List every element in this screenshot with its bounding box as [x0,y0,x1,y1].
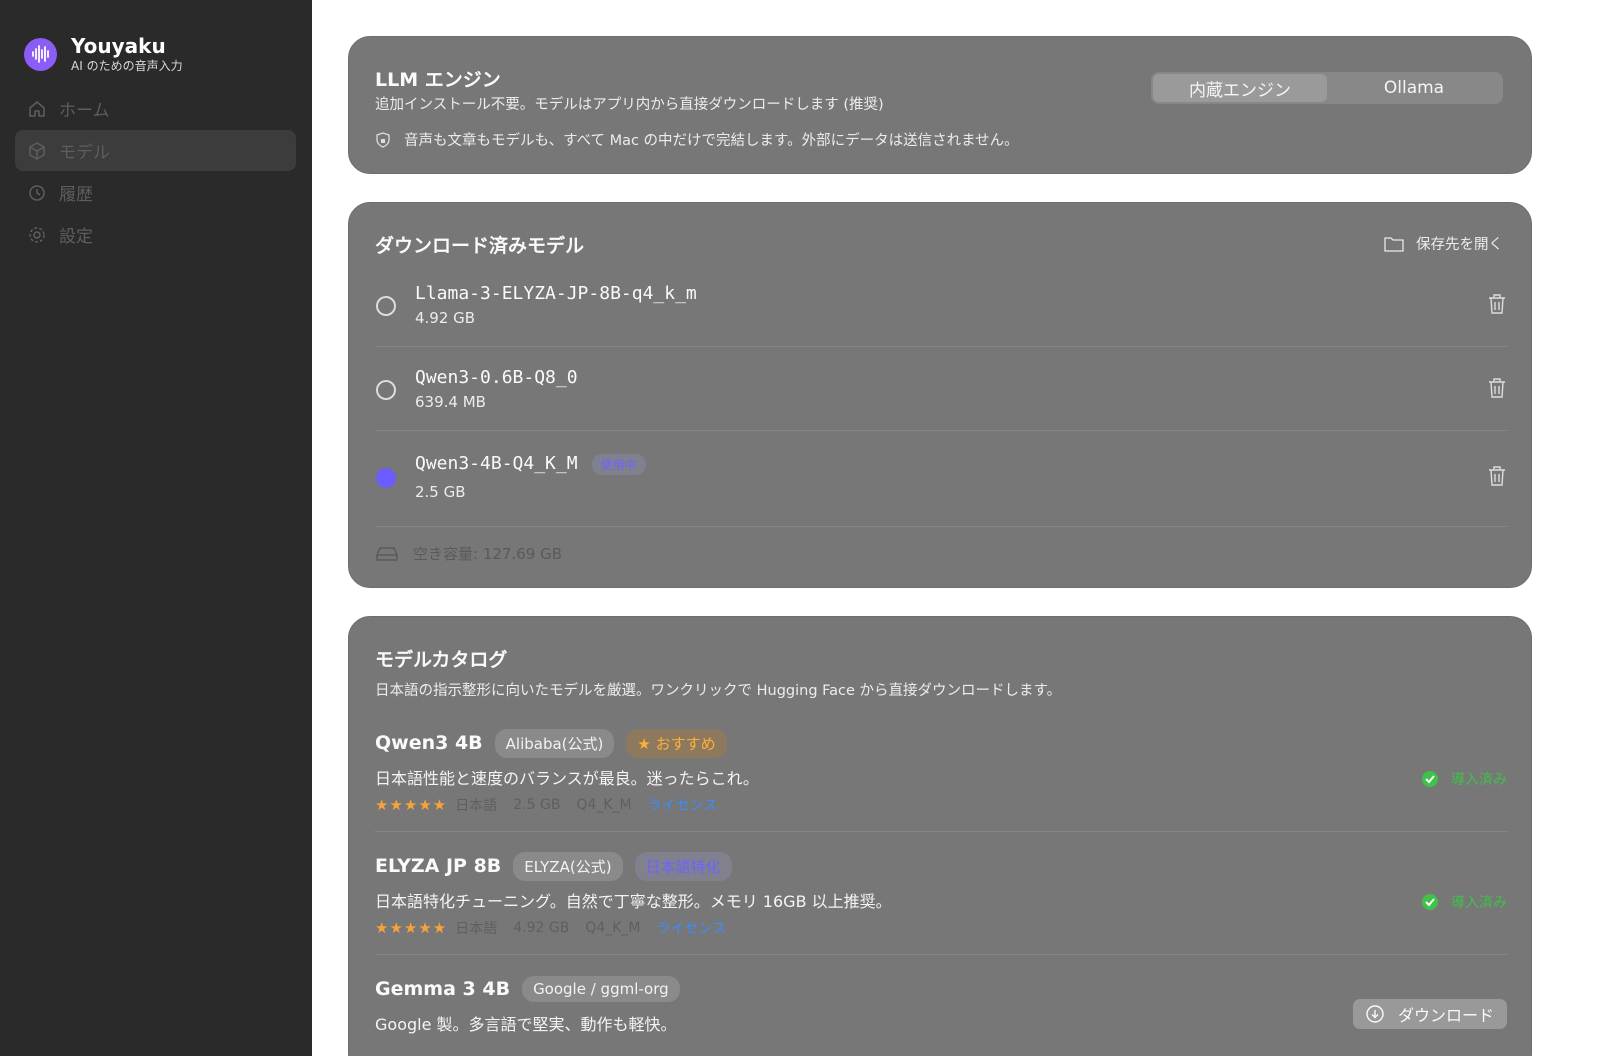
engine-segmented-control: 内蔵エンジン Ollama [1151,72,1503,104]
file-size: 2.5 GB [513,797,561,813]
in-use-badge: 使用中 [591,453,646,475]
sidebar-item-history[interactable]: 履歴 [15,172,296,213]
app-tagline: AI のための音声入力 [71,59,183,73]
main-content: LLM エンジン 追加インストール不要。モデルはアプリ内から直接ダウンロードしま… [312,0,1600,1056]
open-folder-button[interactable]: 保存先を開く [1384,233,1503,254]
vendor-badge: Google / ggml-org [522,976,680,1002]
catalog-item-name: ELYZA JP 8B [375,855,502,877]
model-radio-selected[interactable] [376,468,396,488]
star-icon: ★ [637,734,656,753]
sidebar-item-label: 履歴 [59,185,93,205]
model-name: Qwen3-0.6B-Q8_0 [415,367,578,388]
open-folder-label: 保存先を開く [1416,237,1503,253]
model-size: 4.92 GB [415,309,476,327]
free-space: 空き容量: 127.69 GB [375,543,562,564]
rating-stars: ★★★★★ [375,796,448,814]
app-name: Youyaku [71,34,166,58]
catalog-item-description: Google 製。多言語で堅実、動作も軽快。 [375,1015,677,1034]
japanese-specialized-badge: 日本語特化 [634,851,732,881]
sidebar-item-label: 設定 [59,227,93,247]
language: 日本語 [455,921,498,937]
waveform-icon [24,37,57,71]
quantization: Q4_K_M [585,920,641,936]
model-name-wrap: Qwen3-4B-Q4_K_M 使用中 [415,453,646,475]
model-name: Qwen3-4B-Q4_K_M [415,453,578,474]
catalog-title: モデルカタログ [375,649,508,671]
file-size: 4.92 GB [513,920,570,936]
sidebar: Youyaku AI のための音声入力 ホーム モデル 履歴 設定 [0,0,312,1056]
sidebar-item-home[interactable]: ホーム [15,88,296,129]
vendor-badge: Alibaba(公式) [494,728,615,758]
sidebar-item-settings[interactable]: 設定 [15,214,296,255]
engine-option-builtin[interactable]: 内蔵エンジン [1153,74,1327,102]
trash-icon[interactable] [1487,377,1507,399]
folder-icon [1384,236,1404,252]
drive-icon [376,546,398,561]
catalog-item: ELYZA JP 8B ELYZA(公式) 日本語特化 日本語特化チューニング。… [375,851,1507,955]
quantization: Q4_K_M [576,797,632,813]
lock-shield-icon [376,131,390,148]
model-size: 639.4 MB [415,393,486,411]
gear-icon [29,226,45,243]
catalog-item: Gemma 3 4B Google / ggml-org Google 製。多言… [375,975,1507,1055]
checkmark-icon [1422,771,1438,787]
download-icon [1366,1005,1384,1023]
download-label: ダウンロード [1397,1006,1494,1025]
model-radio[interactable] [376,296,396,316]
sidebar-item-label: ホーム [59,101,110,121]
installed-label: 導入済み [1451,772,1507,788]
installed-status: 導入済み [1421,769,1507,789]
trash-icon[interactable] [1487,293,1507,315]
catalog-item-description: 日本語特化チューニング。自然で丁寧な整形。メモリ 16GB 以上推奨。 [375,892,892,911]
sidebar-item-models[interactable]: モデル [15,130,296,171]
downloaded-models-card: ダウンロード済みモデル 保存先を開く Llama-3-ELYZA-JP-8B-q… [348,202,1532,588]
tag-label: おすすめ [655,734,716,753]
rating-stars: ★★★★★ [375,919,448,937]
catalog-item-name: Qwen3 4B [375,732,483,754]
catalog-item-description: 日本語性能と速度のバランスが最良。迷ったらこれ。 [375,769,759,788]
installed-status: 導入済み [1421,892,1507,912]
engine-description: 追加インストール不要。モデルはアプリ内から直接ダウンロードします (推奨) [375,97,884,113]
model-radio[interactable] [376,380,396,400]
license-link[interactable]: ライセンス [648,795,718,815]
privacy-note: 音声も文章もモデルも、すべて Mac の中だけで完結します。外部にデータは送信さ… [404,133,1019,149]
model-row-active[interactable]: Qwen3-4B-Q4_K_M 使用中 2.5 GB [375,431,1507,527]
home-icon [29,100,45,117]
language: 日本語 [455,798,498,814]
model-catalog-card: モデルカタログ 日本語の指示整形に向いたモデルを厳選。ワンクリックで Huggi… [348,616,1532,1056]
catalog-item-name: Gemma 3 4B [375,978,511,1000]
llm-engine-card: LLM エンジン 追加インストール不要。モデルはアプリ内から直接ダウンロードしま… [348,36,1532,174]
catalog-description: 日本語の指示整形に向いたモデルを厳選。ワンクリックで Hugging Face … [375,683,1062,699]
sidebar-item-label: モデル [59,143,110,163]
downloaded-title: ダウンロード済みモデル [375,235,585,257]
brand: Youyaku AI のための音声入力 [24,34,183,74]
trash-icon[interactable] [1487,465,1507,487]
model-name: Llama-3-ELYZA-JP-8B-q4_k_m [415,283,697,304]
installed-label: 導入済み [1451,895,1507,911]
sidebar-nav: ホーム モデル 履歴 設定 [15,88,296,256]
engine-title: LLM エンジン [375,69,501,91]
model-row[interactable]: Qwen3-0.6B-Q8_0 639.4 MB [375,347,1507,431]
engine-option-ollama[interactable]: Ollama [1327,74,1501,102]
license-link[interactable]: ライセンス [657,918,727,938]
model-row[interactable]: Llama-3-ELYZA-JP-8B-q4_k_m 4.92 GB [375,263,1507,347]
model-size: 2.5 GB [415,483,466,501]
vendor-badge: ELYZA(公式) [513,851,623,881]
recommended-badge: ★ おすすめ [626,728,727,758]
history-icon [29,184,45,201]
free-space-label: 空き容量: 127.69 GB [413,545,562,563]
cube-icon [29,141,45,160]
catalog-item: Qwen3 4B Alibaba(公式) ★ おすすめ 日本語性能と速度のバラン… [375,728,1507,832]
checkmark-icon [1422,894,1438,910]
download-button[interactable]: ダウンロード [1353,999,1507,1029]
